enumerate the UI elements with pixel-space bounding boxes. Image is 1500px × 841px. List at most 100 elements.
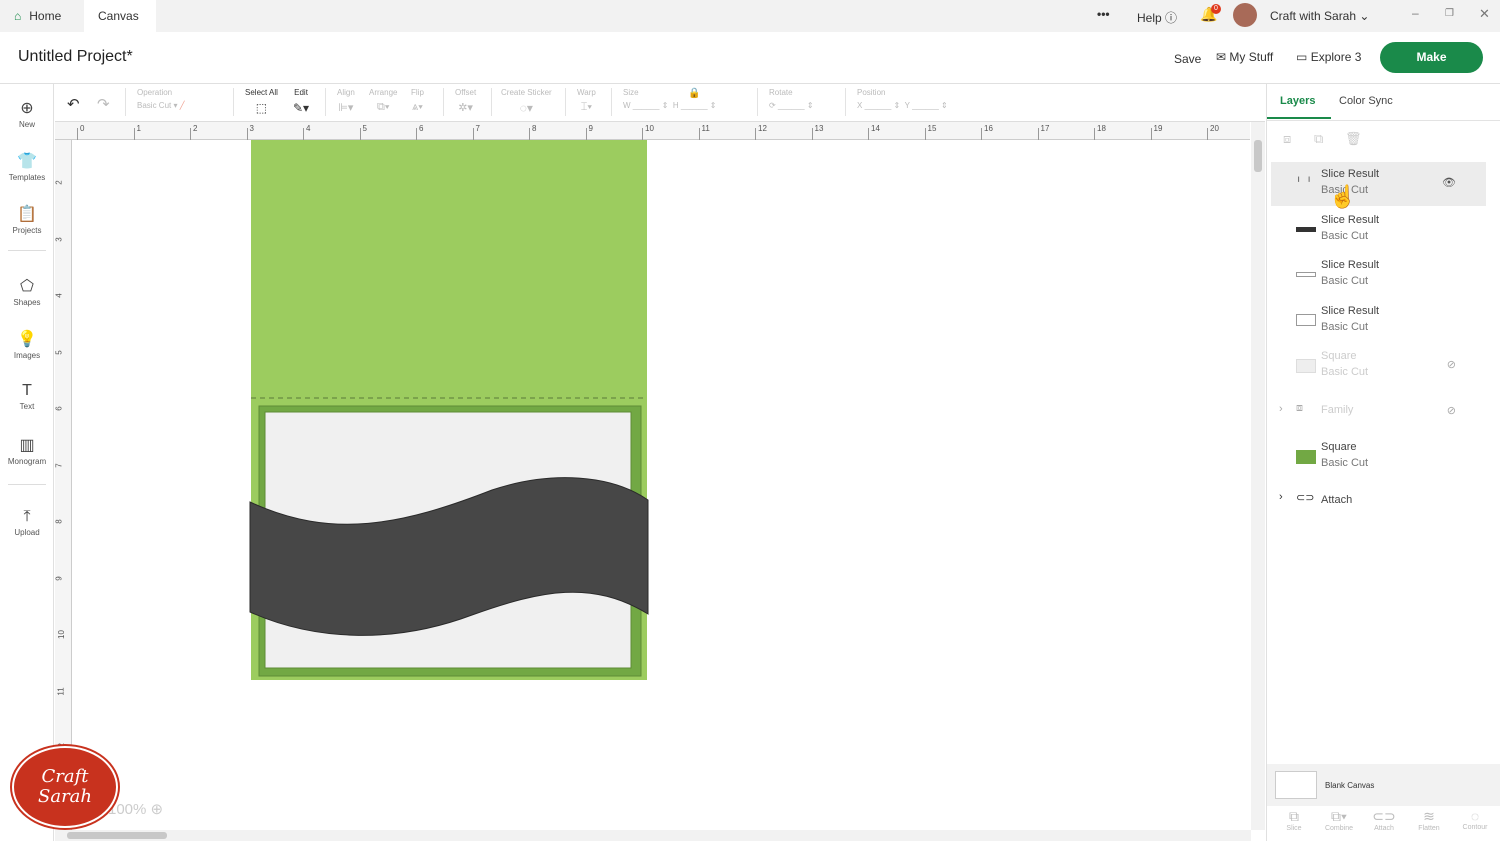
eye-hidden-icon[interactable]: ⊘ bbox=[1447, 358, 1456, 371]
ruler-label: 10 bbox=[645, 124, 654, 133]
redo-icon[interactable]: ↷ bbox=[97, 95, 110, 113]
restore-button[interactable]: ❐ bbox=[1445, 8, 1454, 19]
chevron-down-icon: ⌄ bbox=[1359, 9, 1370, 23]
layer-thumbnail bbox=[1296, 223, 1316, 237]
edit-toolbar: ↶ ↷ Operation Basic Cut ▾ ╱ Select All ⬚ E… bbox=[55, 84, 1265, 122]
ruler-label: 10 bbox=[56, 630, 66, 639]
layer-group-row[interactable]: › ⧈ Family ⊘ bbox=[1271, 390, 1486, 434]
tab-color-sync[interactable]: Color Sync bbox=[1339, 95, 1393, 107]
align-button[interactable]: Align ⊫▾ bbox=[337, 88, 355, 114]
slice-button[interactable]: ⧉ Slice bbox=[1274, 808, 1314, 832]
rotate-icon: ⟳ bbox=[769, 101, 776, 110]
group-icon[interactable]: ⧈ bbox=[1283, 131, 1291, 147]
create-sticker-button[interactable]: Create Sticker ◌▾ bbox=[501, 88, 552, 115]
zoom-in-icon[interactable]: ⊕ bbox=[151, 801, 164, 818]
home-icon: ⌂ bbox=[14, 9, 22, 23]
ruler-label: 12 bbox=[758, 124, 767, 133]
ruler-label: 5 bbox=[54, 349, 64, 355]
sticker-icon: ◌▾ bbox=[519, 101, 533, 115]
text-icon: T bbox=[22, 382, 32, 399]
layer-group-row[interactable]: › ⊂⊃ Attach bbox=[1271, 481, 1486, 525]
layer-row[interactable]: Slice Result Basic Cut bbox=[1271, 299, 1486, 343]
chevron-right-icon[interactable]: › bbox=[1279, 403, 1283, 415]
ruler-label: 6 bbox=[419, 124, 424, 133]
rotate-field[interactable]: Rotate ⟳ ______ ⇕ bbox=[769, 88, 814, 110]
eye-hidden-icon[interactable]: ⊘ bbox=[1447, 404, 1456, 417]
horizontal-scrollbar[interactable] bbox=[55, 830, 1251, 841]
ruler-tick bbox=[472, 128, 474, 140]
sidebar-item-templates[interactable]: 👕 Templates bbox=[0, 151, 54, 182]
ruler-label: 9 bbox=[588, 124, 593, 133]
horizontal-ruler: 0 1 2 3 4 5 6 7 8 9 10 11 12 13 14 15 16 17 18 19 20 bbox=[55, 122, 1250, 140]
help-link[interactable]: Help ⓘ bbox=[1137, 9, 1177, 26]
save-button[interactable]: Save bbox=[1174, 52, 1201, 66]
select-all-button[interactable]: Select All ⬚ bbox=[245, 88, 278, 115]
design-canvas[interactable] bbox=[72, 140, 1250, 830]
tab-canvas[interactable]: Canvas bbox=[84, 0, 156, 32]
make-button[interactable]: Make bbox=[1380, 42, 1483, 73]
ruler-label: 9 bbox=[54, 575, 64, 581]
lock-icon[interactable]: 🔒 bbox=[688, 88, 700, 99]
layer-row[interactable]: Square Basic Cut bbox=[1271, 435, 1486, 479]
tab-layers[interactable]: Layers bbox=[1280, 95, 1315, 107]
warp-button[interactable]: Warp ⌶▾ bbox=[577, 88, 596, 114]
ruler-label: 4 bbox=[306, 124, 311, 133]
user-menu[interactable]: Craft with Sarah ⌄ bbox=[1270, 9, 1369, 23]
position-fields[interactable]: Position X ______ ⇕ Y ______ ⇕ bbox=[857, 88, 948, 110]
flatten-button[interactable]: ≋ Flatten bbox=[1409, 808, 1449, 832]
flatten-icon: ≋ bbox=[1423, 808, 1435, 824]
flip-icon: ⩓▾ bbox=[412, 101, 423, 113]
edit-button[interactable]: Edit ✎▾ bbox=[293, 88, 309, 115]
watermark-logo: Craft Sarah bbox=[12, 746, 118, 828]
flip-button[interactable]: Flip ⩓▾ bbox=[411, 88, 424, 114]
minimize-button[interactable]: – bbox=[1412, 6, 1419, 20]
help-icon: ⓘ bbox=[1165, 11, 1178, 25]
warp-icon: ⌶▾ bbox=[580, 101, 593, 113]
arrange-button[interactable]: Arrange ⧉▾ bbox=[369, 88, 397, 114]
close-button[interactable]: ✕ bbox=[1479, 6, 1490, 22]
tab-home[interactable]: ⌂ Home bbox=[0, 0, 75, 32]
more-menu[interactable]: ••• bbox=[1097, 7, 1110, 21]
eye-icon[interactable]: 👁 bbox=[1442, 176, 1456, 189]
sidebar-item-upload[interactable]: ⤒ Upload bbox=[0, 508, 54, 537]
ruler-tick bbox=[811, 128, 813, 140]
sidebar-item-shapes[interactable]: ⬠ Shapes bbox=[0, 276, 54, 307]
attach-button[interactable]: ⊂⊃ Attach bbox=[1364, 808, 1404, 832]
blank-canvas-row[interactable]: Blank Canvas bbox=[1267, 764, 1500, 806]
zoom-control[interactable]: 100% ⊕ bbox=[108, 800, 163, 818]
layer-thumbnail bbox=[1296, 314, 1316, 328]
contour-icon: ◌ bbox=[1470, 808, 1480, 824]
undo-icon[interactable]: ↶ bbox=[67, 95, 80, 113]
contour-button[interactable]: ◌ Contour bbox=[1455, 808, 1495, 831]
layer-row[interactable]: Square Basic Cut ⊘ bbox=[1271, 344, 1486, 388]
my-stuff-button[interactable]: ✉ My Stuff bbox=[1216, 50, 1273, 64]
left-sidebar: ⊕ New 👕 Templates 📋 Projects ⬠ Shapes 💡 Image… bbox=[0, 84, 54, 841]
size-fields[interactable]: Size W ______ ⇕ H ______ ⇕ bbox=[623, 88, 716, 110]
clipboard-icon: 📋 bbox=[17, 206, 37, 223]
layer-row[interactable]: ╵ ╵ Slice Result Basic Cut 👁 bbox=[1271, 162, 1486, 206]
layer-thumbnail: ╵ ╵ bbox=[1296, 177, 1312, 187]
ruler-tick bbox=[359, 128, 361, 140]
combine-icon: ⧉▾ bbox=[1331, 808, 1347, 824]
ruler-label: 3 bbox=[54, 236, 64, 242]
delete-icon[interactable]: 🗑 bbox=[1345, 131, 1362, 147]
ruler-label: 11 bbox=[56, 686, 66, 696]
chevron-right-icon[interactable]: › bbox=[1279, 491, 1283, 503]
project-title[interactable]: Untitled Project* bbox=[18, 48, 133, 66]
shirt-icon: 👕 bbox=[17, 153, 37, 170]
vertical-scrollbar[interactable] bbox=[1251, 122, 1265, 830]
combine-button[interactable]: ⧉▾ Combine bbox=[1319, 808, 1359, 832]
machine-button[interactable]: ▭ Explore 3 bbox=[1296, 50, 1361, 64]
avatar[interactable] bbox=[1233, 3, 1257, 27]
offset-button[interactable]: Offset ✲▾ bbox=[455, 88, 476, 114]
sidebar-item-projects[interactable]: 📋 Projects bbox=[0, 204, 54, 235]
layer-row[interactable]: Slice Result Basic Cut bbox=[1271, 253, 1486, 297]
layer-row[interactable]: Slice Result Basic Cut bbox=[1271, 208, 1486, 252]
sidebar-item-new[interactable]: ⊕ New bbox=[0, 98, 54, 129]
duplicate-icon[interactable]: ⧉ bbox=[1314, 131, 1323, 147]
operation-select[interactable]: Operation Basic Cut ▾ ╱ bbox=[137, 88, 185, 110]
sidebar-item-text[interactable]: T Text bbox=[0, 382, 54, 411]
group-icon: ⧈ bbox=[1296, 402, 1303, 414]
sidebar-item-images[interactable]: 💡 Images bbox=[0, 329, 54, 360]
sidebar-item-monogram[interactable]: ▥ Monogram bbox=[0, 435, 54, 466]
